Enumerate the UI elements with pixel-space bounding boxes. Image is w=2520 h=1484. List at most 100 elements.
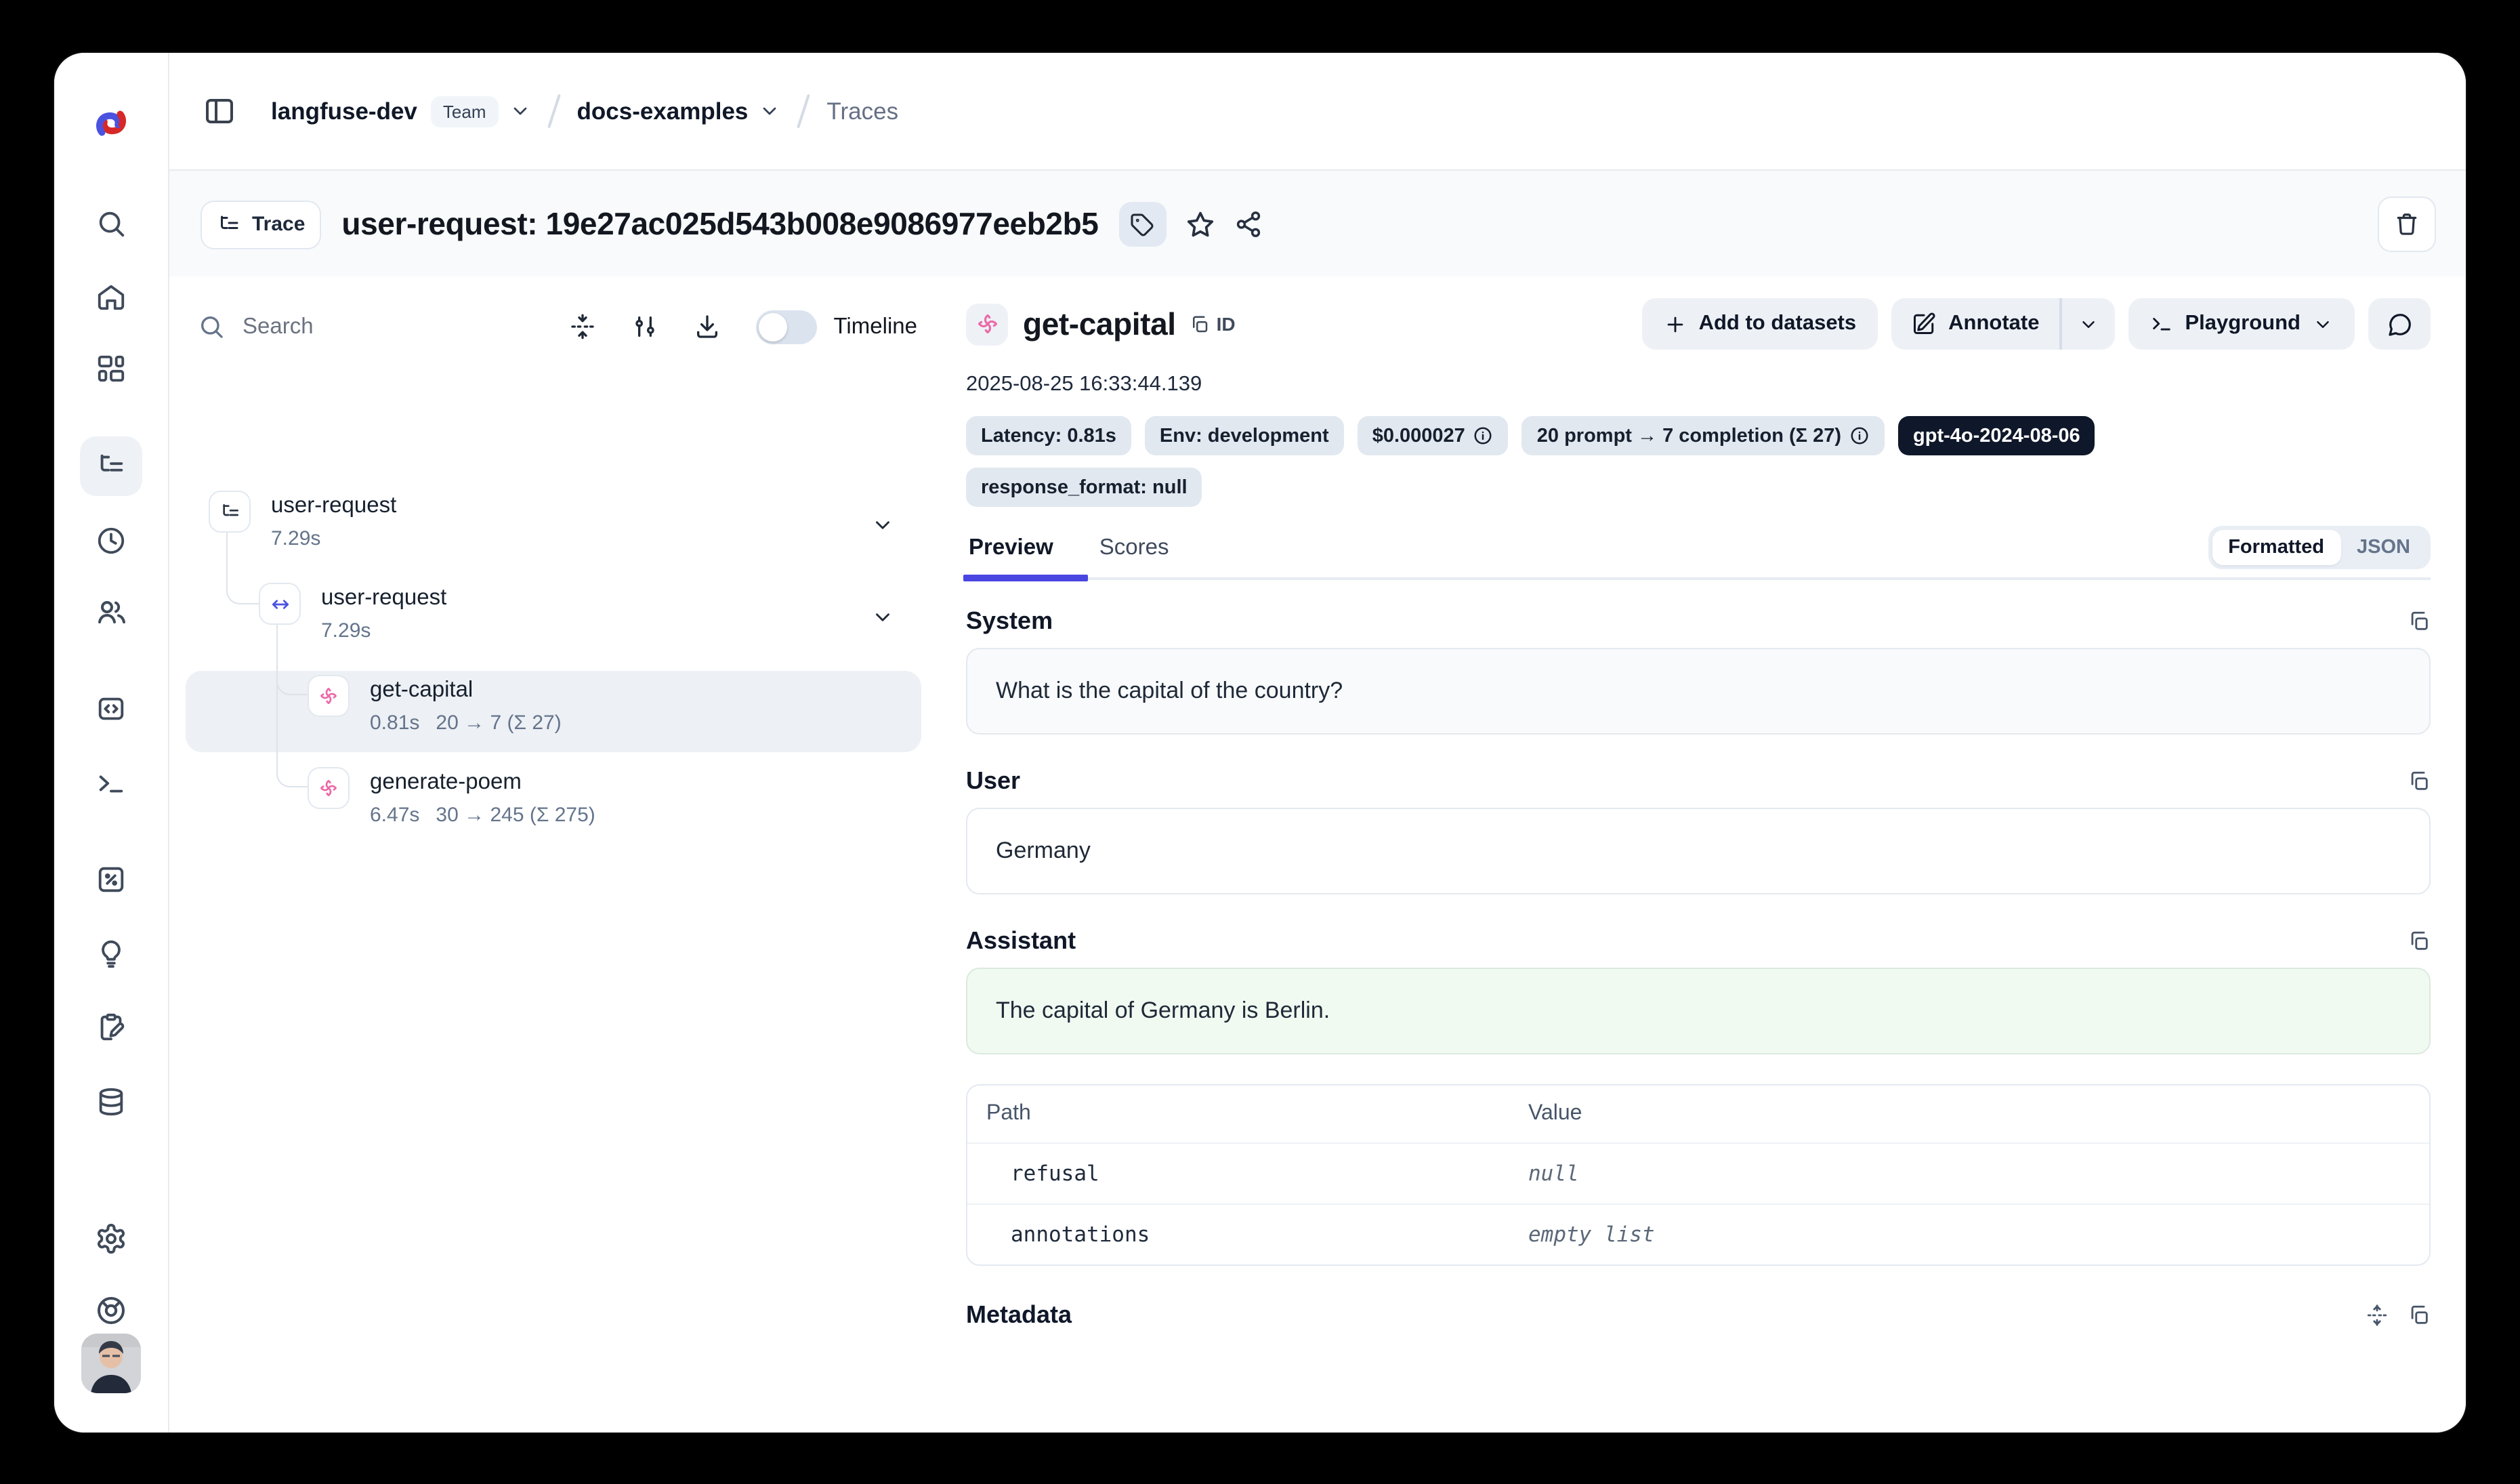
settings-gear-icon[interactable] bbox=[95, 1222, 127, 1255]
home-icon[interactable] bbox=[96, 281, 127, 312]
path-cell: annotations bbox=[1011, 1222, 1528, 1247]
id-label: ID bbox=[1217, 313, 1236, 335]
latency-badge: Latency: 0.81s bbox=[966, 416, 1131, 455]
collapse-all-fold-icon[interactable] bbox=[570, 313, 597, 340]
comments-button[interactable] bbox=[2368, 298, 2431, 350]
datasets-database-icon[interactable] bbox=[96, 1086, 127, 1117]
breadcrumb-current-page[interactable]: Traces bbox=[826, 97, 898, 125]
sessions-clock-icon[interactable] bbox=[96, 525, 127, 556]
search-icon[interactable] bbox=[96, 208, 127, 239]
prompts-file-code-icon[interactable] bbox=[96, 693, 127, 724]
user-message: Germany bbox=[966, 808, 2431, 894]
format-formatted[interactable]: Formatted bbox=[2212, 530, 2340, 565]
trace-node-icon bbox=[209, 491, 251, 533]
path-cell: refusal bbox=[1011, 1161, 1528, 1186]
observation-header: get-capital ID Add to datasets Annotate bbox=[966, 298, 2431, 350]
tree-row-span[interactable]: user-request 7.29s bbox=[259, 583, 446, 648]
star-bookmark-button[interactable] bbox=[1185, 209, 1215, 239]
annotate-button[interactable]: Annotate bbox=[1891, 298, 2059, 350]
tree-row-trace[interactable]: user-request 7.29s bbox=[209, 491, 396, 556]
format-json[interactable]: JSON bbox=[2340, 530, 2427, 565]
share-button[interactable] bbox=[1234, 210, 1263, 239]
download-icon[interactable] bbox=[694, 313, 721, 340]
tag-button[interactable] bbox=[1119, 202, 1167, 247]
tree-row-generation[interactable]: generate-poem 6.47s 30 → 245 (Σ 275) bbox=[308, 767, 595, 832]
playground-button[interactable]: Playground bbox=[2128, 298, 2355, 350]
system-section-header: System bbox=[966, 607, 2431, 636]
format-switch: Formatted JSON bbox=[2208, 526, 2431, 569]
tree-body: user-request 7.29s user-request 7.29s bbox=[168, 377, 942, 1433]
tree-node-name: generate-poem bbox=[370, 767, 595, 798]
table-header-row: Path Value bbox=[967, 1086, 2429, 1142]
org-chevron-down-icon[interactable] bbox=[509, 100, 531, 122]
info-icon bbox=[1849, 426, 1870, 446]
users-icon[interactable] bbox=[95, 596, 127, 629]
stage: langfuse-dev Team docs-examples Traces T… bbox=[0, 0, 2520, 1484]
assistant-label: Assistant bbox=[966, 927, 1076, 955]
value-cell: null bbox=[1528, 1161, 2410, 1186]
filter-sliders-icon[interactable] bbox=[632, 313, 659, 340]
tracing-icon[interactable] bbox=[96, 451, 127, 482]
add-to-datasets-button[interactable]: Add to datasets bbox=[1642, 298, 1878, 350]
project-chevron-down-icon[interactable] bbox=[759, 100, 780, 122]
collapse-chevron-icon[interactable] bbox=[871, 514, 894, 537]
annotation-clipboard-pen-icon[interactable] bbox=[96, 1012, 127, 1043]
system-message: What is the capital of the country? bbox=[966, 648, 2431, 735]
tab-preview[interactable]: Preview bbox=[966, 535, 1056, 577]
user-avatar[interactable] bbox=[81, 1334, 141, 1393]
tree-node-tokens: 20 → 7 (Σ 27) bbox=[436, 706, 561, 740]
tree-search-input[interactable] bbox=[240, 312, 435, 341]
support-lifebuoy-icon[interactable] bbox=[95, 1294, 127, 1327]
tree-node-duration: 0.81s bbox=[370, 706, 419, 740]
top-navigation-bar: langfuse-dev Team docs-examples Traces bbox=[168, 53, 2466, 169]
cost-badge[interactable]: $0.000027 bbox=[1358, 416, 1509, 455]
observation-title: get-capital bbox=[1023, 306, 1176, 342]
generation-icon-badge bbox=[966, 303, 1008, 345]
annotate-label: Annotate bbox=[1948, 312, 2039, 336]
copy-system-button[interactable] bbox=[2408, 610, 2431, 633]
value-column-header: Value bbox=[1528, 1102, 2410, 1126]
plus-icon bbox=[1664, 312, 1687, 335]
metrics-badges-row: Latency: 0.81s Env: development $0.00002… bbox=[966, 416, 2431, 455]
tree-search[interactable] bbox=[198, 312, 435, 341]
trash-icon bbox=[2394, 211, 2420, 237]
copy-user-button[interactable] bbox=[2408, 770, 2431, 793]
message-bubble-icon bbox=[2387, 311, 2412, 337]
copy-assistant-button[interactable] bbox=[2408, 930, 2431, 953]
assistant-message: The capital of Germany is Berlin. bbox=[966, 968, 2431, 1054]
copy-icon bbox=[1190, 314, 1210, 334]
playground-terminal-icon[interactable] bbox=[96, 768, 127, 799]
tab-scores[interactable]: Scores bbox=[1097, 535, 1172, 577]
breadcrumb-project[interactable]: docs-examples bbox=[577, 97, 749, 125]
trace-header-bar: Trace user-request: 19e27ac025d543b008e9… bbox=[168, 169, 2466, 279]
expand-metadata-button[interactable] bbox=[2366, 1304, 2389, 1327]
delete-trace-button[interactable] bbox=[2378, 197, 2436, 252]
detail-tabs: Preview Scores Formatted JSON bbox=[966, 529, 2431, 580]
system-label: System bbox=[966, 607, 1053, 636]
timeline-label: Timeline bbox=[834, 314, 918, 339]
tag-icon bbox=[1131, 212, 1155, 236]
tree-row-generation-selected[interactable]: get-capital 0.81s 20 → 7 (Σ 27) bbox=[308, 675, 562, 740]
app-window: langfuse-dev Team docs-examples Traces T… bbox=[54, 53, 2466, 1433]
timeline-toggle[interactable] bbox=[757, 310, 818, 344]
generation-node-icon bbox=[308, 675, 350, 717]
trace-tree-panel: Timeline user-request 7.29s bbox=[168, 276, 943, 1433]
playground-chevron-icon bbox=[2313, 314, 2333, 334]
tree-node-tokens: 30 → 245 (Σ 275) bbox=[436, 798, 595, 832]
copy-metadata-button[interactable] bbox=[2408, 1304, 2431, 1327]
token-usage-badge[interactable]: 20 prompt → 7 completion (Σ 27) bbox=[1522, 416, 1885, 455]
annotate-dropdown-chevron[interactable] bbox=[2061, 298, 2114, 350]
table-row: refusal null bbox=[967, 1142, 2429, 1203]
user-section-header: User bbox=[966, 767, 2431, 796]
lightbulb-icon[interactable] bbox=[96, 939, 127, 970]
evaluation-square-percent-icon[interactable] bbox=[96, 864, 127, 895]
collapse-chevron-icon[interactable] bbox=[871, 606, 894, 629]
model-badge[interactable]: gpt-4o-2024-08-06 bbox=[1898, 416, 2095, 455]
breadcrumb-org[interactable]: langfuse-dev bbox=[271, 97, 417, 125]
dashboards-icon[interactable] bbox=[96, 353, 127, 384]
breadcrumb-separator bbox=[797, 94, 810, 129]
copy-id-control[interactable]: ID bbox=[1190, 313, 1236, 335]
sidebar-toggle-icon[interactable] bbox=[203, 95, 236, 127]
org-plan-badge: Team bbox=[431, 96, 499, 127]
breadcrumb-separator bbox=[547, 94, 561, 129]
